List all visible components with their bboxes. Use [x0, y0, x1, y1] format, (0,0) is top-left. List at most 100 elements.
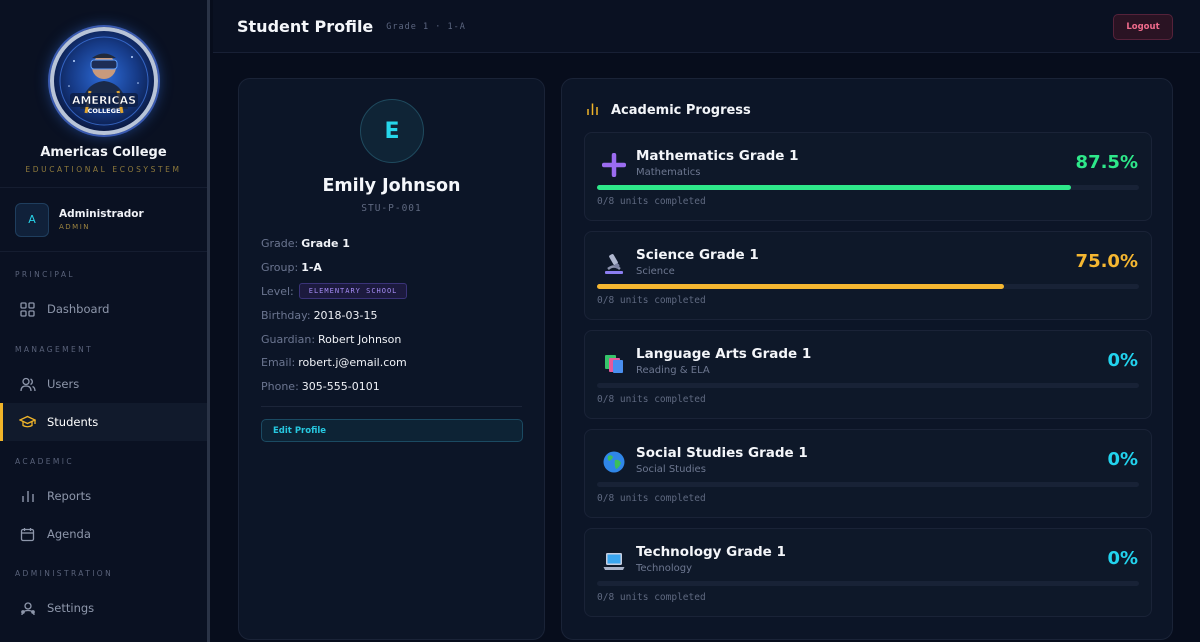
subject-name: Technology Grade 1: [636, 544, 786, 560]
units-completed: 0/8 units completed: [597, 493, 706, 504]
field-label: Group:: [261, 261, 299, 275]
field-level: Level: ELEMENTARY SCHOOL: [261, 280, 522, 304]
field-group: Group: 1-A: [261, 256, 522, 280]
page-title: Student Profile: [237, 16, 374, 36]
academic-progress-panel: Academic Progress Mathematics Grade 1 Ma…: [561, 78, 1173, 640]
profile-fields: Grade: Grade 1 Group: 1-A Level: ELEMENT…: [261, 232, 522, 399]
user-info: Administrador ADMIN: [59, 208, 144, 231]
subject-card[interactable]: Technology Grade 1 Technology 0% 0/8 uni…: [584, 528, 1152, 617]
subject-percent: 75.0%: [1075, 251, 1138, 272]
field-phone: Phone: 305-555-0101: [261, 375, 522, 399]
units-completed: 0/8 units completed: [597, 295, 706, 306]
bar-chart-icon: [586, 101, 599, 120]
units-completed: 0/8 units completed: [597, 196, 706, 207]
subject-category: Reading & ELA: [636, 365, 710, 376]
top-header: Student Profile Grade 1 · 1-A Logout: [213, 0, 1200, 53]
nav-section-principal: PRINCIPAL: [15, 270, 75, 279]
subject-category: Social Studies: [636, 464, 706, 475]
brand-name: Americas College: [40, 145, 167, 160]
field-grade: Grade: Grade 1: [261, 232, 522, 256]
progress-bar: [597, 284, 1139, 289]
field-label: Birthday:: [261, 308, 311, 322]
settings-icon: [19, 600, 36, 617]
field-value: Grade 1: [301, 237, 350, 251]
progress-bar: [597, 185, 1139, 190]
sidebar-item-settings[interactable]: Settings: [0, 589, 207, 627]
sidebar-item-users[interactable]: Users: [0, 365, 207, 403]
logout-button[interactable]: Logout: [1113, 14, 1173, 40]
subject-percent: 0%: [1107, 350, 1138, 371]
field-value: robert.j@email.com: [298, 356, 407, 370]
grid-icon: [19, 301, 36, 318]
subject-name: Science Grade 1: [636, 247, 759, 263]
brand-area: AMERICAS COLLEGE Americas College EDUCAT…: [0, 0, 207, 188]
subject-category: Mathematics: [636, 167, 701, 178]
avatar: A: [15, 202, 49, 237]
calendar-icon: [19, 526, 36, 543]
sidebar: AMERICAS COLLEGE Americas College EDUCAT…: [0, 0, 210, 642]
brand-subtitle: EDUCATIONAL ECOSYSTEM: [25, 165, 182, 174]
progress-header: Academic Progress: [586, 101, 751, 120]
bar-chart-icon: [19, 488, 36, 505]
user-role: ADMIN: [59, 223, 91, 231]
field-value: Robert Johnson: [318, 332, 402, 346]
units-completed: 0/8 units completed: [597, 394, 706, 405]
sidebar-item-label: Reports: [47, 489, 92, 503]
subject-card[interactable]: Social Studies Grade 1 Social Studies 0%…: [584, 429, 1152, 518]
field-value: 2018-03-15: [313, 308, 378, 322]
progress-bar: [597, 581, 1139, 586]
field-label: Grade:: [261, 237, 299, 251]
college-logo: AMERICAS COLLEGE: [49, 27, 158, 135]
users-icon: [19, 376, 36, 393]
sidebar-item-label: Agenda: [47, 527, 91, 541]
subject-card[interactable]: Language Arts Grade 1 Reading & ELA 0% 0…: [584, 330, 1152, 419]
field-email: Email: robert.j@email.com: [261, 351, 522, 375]
sidebar-item-label: Students: [47, 415, 99, 429]
microscope-icon: [601, 251, 627, 277]
subject-card[interactable]: Science Grade 1 Science 75.0% 0/8 units …: [584, 231, 1152, 320]
nav-section-management: MANAGEMENT: [15, 345, 94, 354]
sidebar-item-students[interactable]: Students: [0, 403, 207, 441]
subject-list: Mathematics Grade 1 Mathematics 87.5% 0/…: [584, 132, 1152, 627]
progress-bar: [597, 383, 1139, 388]
field-label: Level:: [261, 284, 294, 298]
progress-bar: [597, 482, 1139, 487]
sidebar-item-label: Users: [47, 377, 80, 391]
subject-name: Language Arts Grade 1: [636, 346, 812, 362]
sidebar-item-agenda[interactable]: Agenda: [0, 515, 207, 553]
nav-section-academic: ACADEMIC: [15, 457, 74, 466]
student-id: STU-P-001: [361, 203, 422, 214]
profile-card: E Emily Johnson STU-P-001 Grade: Grade 1…: [238, 78, 545, 640]
laptop-icon: [601, 548, 627, 574]
graduation-cap-icon: [19, 414, 36, 431]
subject-percent: 0%: [1107, 548, 1138, 569]
subject-name: Mathematics Grade 1: [636, 148, 799, 164]
edit-profile-button[interactable]: Edit Profile: [261, 419, 523, 442]
field-value: 1-A: [301, 261, 322, 275]
subject-card[interactable]: Mathematics Grade 1 Mathematics 87.5% 0/…: [584, 132, 1152, 221]
sidebar-item-label: Settings: [47, 601, 95, 615]
field-label: Phone:: [261, 380, 299, 394]
sidebar-item-label: Dashboard: [47, 302, 110, 316]
progress-fill: [597, 185, 1072, 190]
user-name: Administrador: [59, 208, 144, 220]
divider: [261, 406, 522, 407]
field-guardian: Guardian: Robert Johnson: [261, 327, 522, 351]
field-birthday: Birthday: 2018-03-15: [261, 303, 522, 327]
student-avatar: E: [360, 99, 424, 163]
units-completed: 0/8 units completed: [597, 592, 706, 603]
subject-percent: 0%: [1107, 449, 1138, 470]
student-name: Emily Johnson: [322, 176, 461, 196]
field-label: Email:: [261, 356, 296, 370]
svg-text:COLLEGE: COLLEGE: [87, 107, 120, 115]
sidebar-item-dashboard[interactable]: Dashboard: [0, 290, 207, 328]
field-label: Guardian:: [261, 332, 316, 346]
subject-category: Technology: [636, 563, 693, 574]
level-badge: ELEMENTARY SCHOOL: [298, 283, 408, 300]
field-value: 305-555-0101: [301, 380, 380, 394]
books-icon: [601, 350, 627, 376]
sidebar-item-reports[interactable]: Reports: [0, 477, 207, 515]
user-panel[interactable]: A Administrador ADMIN: [0, 188, 207, 252]
svg-text:AMERICAS: AMERICAS: [71, 94, 135, 107]
progress-title: Academic Progress: [611, 103, 751, 118]
